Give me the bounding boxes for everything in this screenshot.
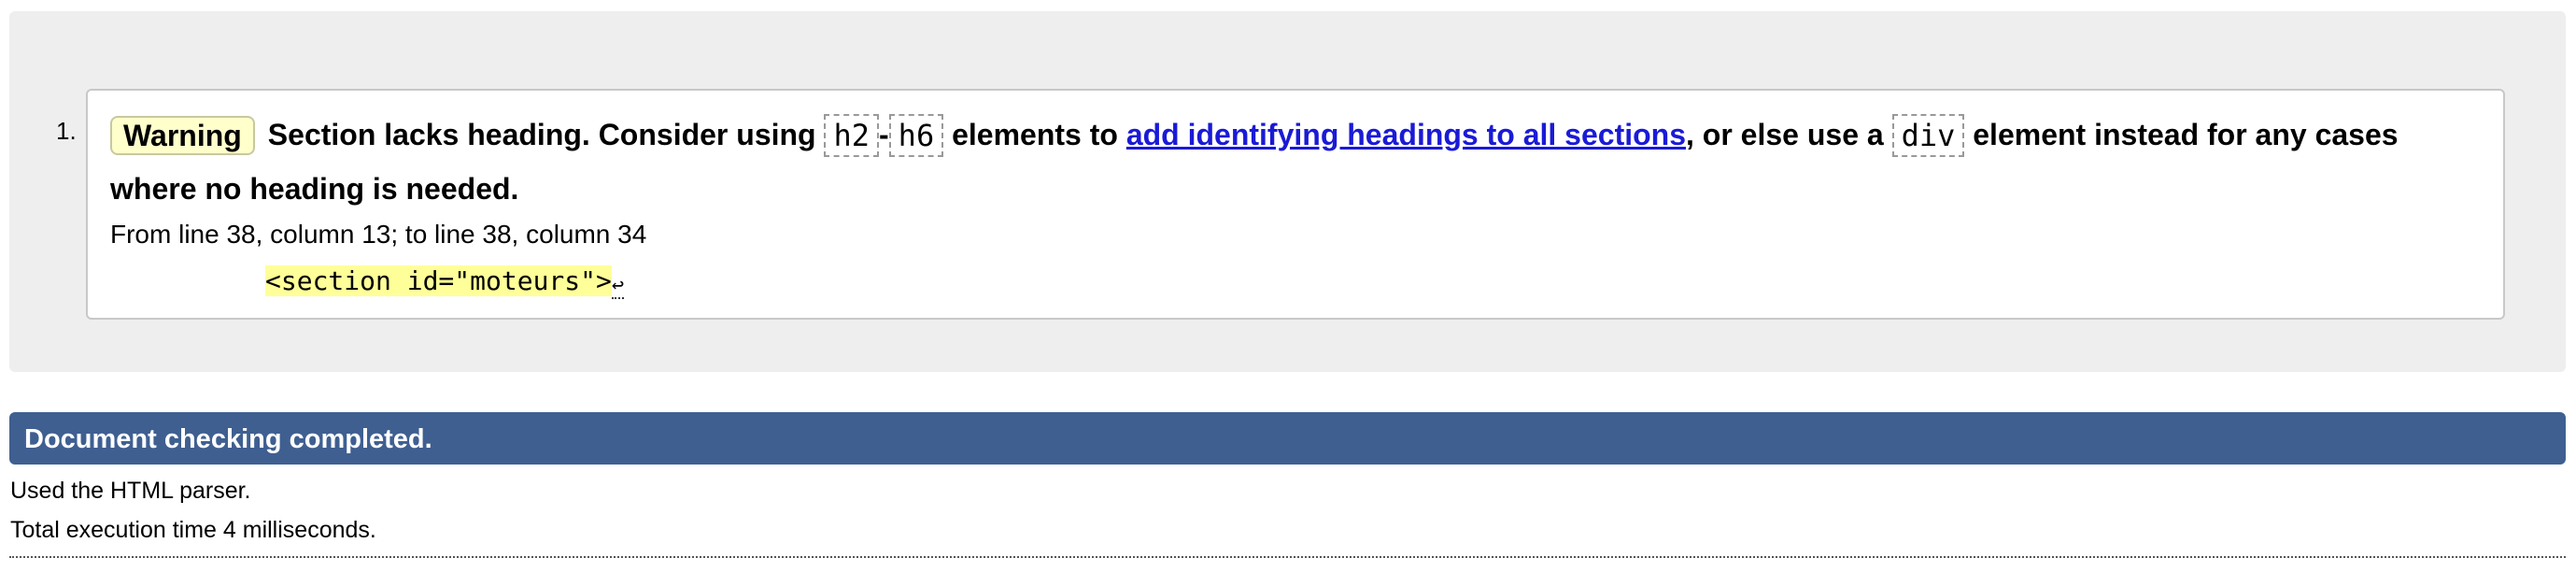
execution-time: Total execution time 4 milliseconds. [10,517,376,543]
message-card: Warning Section lacks heading. Consider u… [86,89,2505,320]
message-number: 1. [56,117,77,145]
status-title: Document checking completed. [24,424,432,454]
source-extract: <section id="moteurs">↩ [265,265,625,301]
dash: - [879,118,889,151]
message-text-part: elements to [952,118,1118,151]
code-h6: h6 [888,113,944,157]
code-div: div [1891,113,1965,157]
source-highlight: <section id="moteurs"> [265,265,612,296]
code-h2: h2 [824,113,880,157]
return-icon: ↩ [611,274,625,299]
divider [9,556,2566,558]
results-panel: 1. Warning Section lacks heading. Conside… [9,11,2566,372]
status-bar: Document checking completed. [9,412,2566,465]
message-text-part: , or else use a [1686,118,1884,151]
parser-info: Used the HTML parser. [10,478,251,504]
location-text: From line 38, column 13; to line 38, col… [110,220,647,249]
message-text-part: Section lacks heading. Consider using [267,118,816,151]
message-text: Warning Section lacks heading. Consider u… [110,107,2483,216]
warning-badge: Warning [110,115,255,155]
spec-link[interactable]: add identifying headings to all sections [1126,118,1686,151]
